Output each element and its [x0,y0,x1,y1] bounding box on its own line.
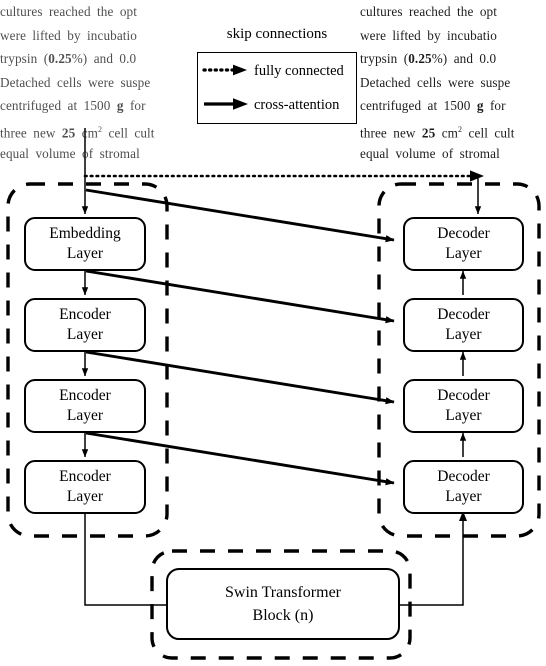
node-label-line2: Layer [445,245,482,262]
node-label-line2: Layer [66,326,104,343]
bottleneck-to-decoder-path [400,514,464,606]
node-label: Decoder Layer [437,467,490,507]
node-label-line1: Embedding [49,225,121,242]
node-label-line2: Layer [66,488,104,505]
figure-root: cultures reached the opt were lifted by … [0,0,546,666]
node-decoder-layer-3[interactable]: Decoder Layer [403,379,524,433]
node-label: Encoder Layer [59,467,111,507]
node-embedding-layer[interactable]: Embedding Layer [24,217,146,271]
node-decoder-layer-1[interactable]: Decoder Layer [403,217,524,271]
node-label-line1: Encoder [59,387,111,404]
node-label-line1: Swin Transformer [224,584,341,601]
node-encoder-layer-1[interactable]: Encoder Layer [24,298,146,352]
node-label: Embedding Layer [49,224,120,264]
node-encoder-layer-3[interactable]: Encoder Layer [24,460,146,514]
node-label: Encoder Layer [59,305,111,345]
node-label: Decoder Layer [437,305,490,345]
node-decoder-layer-2[interactable]: Decoder Layer [403,298,524,352]
node-decoder-layer-4[interactable]: Decoder Layer [403,460,524,514]
node-label-line2: Layer [66,407,104,424]
node-label-line1: Encoder [59,306,111,323]
node-label: Decoder Layer [437,386,490,426]
node-label-line1: Decoder [437,468,490,485]
node-label: Encoder Layer [59,386,111,426]
node-encoder-layer-2[interactable]: Encoder Layer [24,379,146,433]
node-label-line2: Layer [445,326,482,343]
node-label: Swin Transformer Block (n) [225,581,341,627]
node-label-line2: Layer [445,407,482,424]
fully-connected-arrowhead [470,170,484,182]
node-swin-transformer-block[interactable]: Swin Transformer Block (n) [166,568,400,640]
node-label: Decoder Layer [437,224,490,264]
node-label-line2: Layer [66,245,104,262]
node-label-line2: Block (n) [252,607,314,624]
node-label-line1: Decoder [437,225,490,242]
node-label-line1: Decoder [437,387,490,404]
node-label-line1: Encoder [59,468,111,485]
node-label-line1: Decoder [437,306,490,323]
node-label-line2: Layer [445,488,482,505]
